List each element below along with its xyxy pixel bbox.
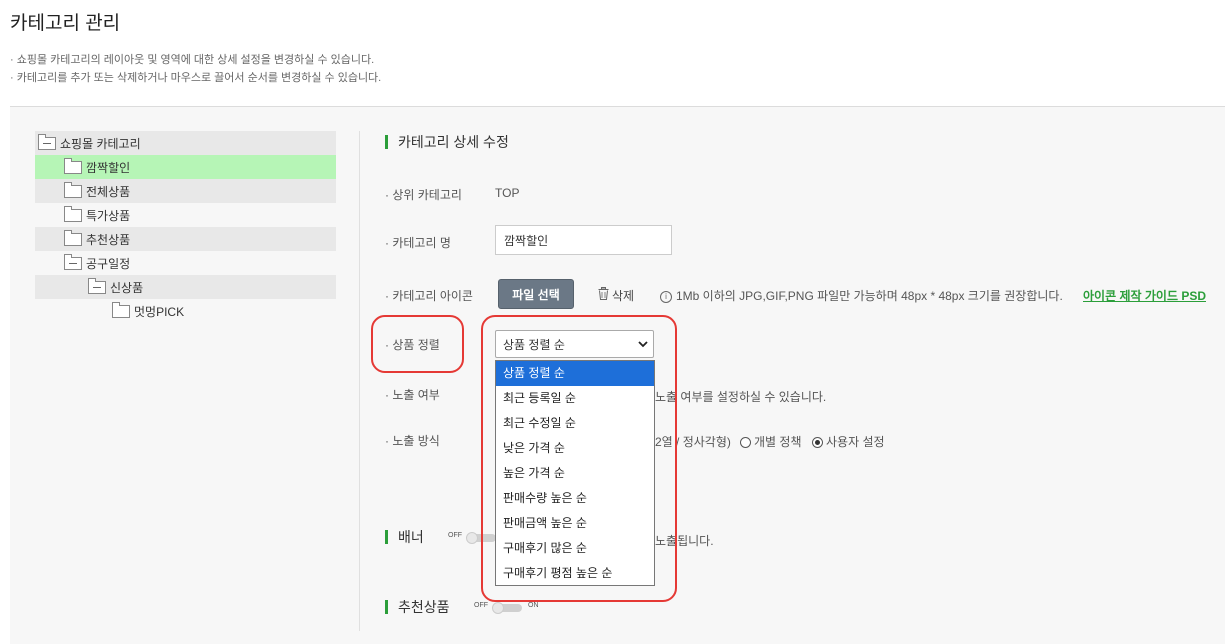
expose-hint: 노출 여부를 설정하실 수 있습니다. <box>655 390 827 404</box>
recommend-toggle-knob[interactable] <box>492 602 504 614</box>
radio-user[interactable] <box>812 437 823 448</box>
tree-item-flash-sale[interactable]: 깜짝할인 <box>35 155 336 179</box>
folder-icon <box>64 181 82 198</box>
tree-item-recommended[interactable]: 추천상품 <box>35 227 336 251</box>
tree-item-pick[interactable]: 멋멍PICK <box>35 299 336 323</box>
tree-item-label: 특가상품 <box>86 208 131 223</box>
section-title-banner: 배너 <box>385 530 424 544</box>
radio-user-label: 사용자 설정 <box>826 435 885 449</box>
display-method-label: · 노출 방식 <box>385 434 440 448</box>
category-name-input[interactable] <box>495 225 672 255</box>
category-name-label: · 카테고리 명 <box>385 236 451 250</box>
folder-icon <box>112 301 130 318</box>
radio-individual[interactable] <box>740 437 751 448</box>
icon-info-text: i 1Mb 이하의 JPG,GIF,PNG 파일만 가능하며 48px * 48p… <box>660 287 1063 304</box>
folder-open-icon[interactable] <box>64 253 82 270</box>
category-icon-label: · 카테고리 아이콘 <box>385 289 473 303</box>
radio-user-option[interactable]: 사용자 설정 <box>812 433 885 450</box>
page-description: · 쇼핑몰 카테고리의 레이아웃 및 영역에 대한 상세 설정을 변경하실 수 … <box>10 51 381 87</box>
parent-category-label: · 상위 카테고리 <box>385 188 462 202</box>
section-title-recommend: 추천상품 <box>385 600 450 614</box>
folder-open-icon[interactable] <box>88 277 106 294</box>
trash-icon[interactable] <box>598 287 609 300</box>
radio-individual-option[interactable]: 개별 정책 <box>740 433 802 450</box>
highlight-circle-sort-dropdown <box>481 315 677 602</box>
panel-divider <box>359 131 360 631</box>
description-line-2: · 카테고리를 추가 또는 삭제하거나 마우스로 끌어서 순서를 변경하실 수 … <box>10 72 382 84</box>
banner-toggle-knob[interactable] <box>466 532 478 544</box>
icon-guide-link[interactable]: 아이콘 제작 가이드 PSD <box>1083 287 1206 304</box>
expose-label: · 노출 여부 <box>385 388 440 402</box>
tree-item-label: 멋멍PICK <box>134 304 185 319</box>
folder-icon <box>64 229 82 246</box>
tree-item-all-products[interactable]: 전체상품 <box>35 179 336 203</box>
file-select-button[interactable]: 파일 선택 <box>498 279 574 309</box>
description-line-1: · 쇼핑몰 카테고리의 레이아웃 및 영역에 대한 상세 설정을 변경하실 수 … <box>10 54 375 66</box>
tree-root[interactable]: 쇼핑몰 카테고리 <box>35 131 336 155</box>
tree-item-special-price[interactable]: 특가상품 <box>35 203 336 227</box>
tree-item-label: 추천상품 <box>86 232 131 247</box>
highlight-circle-sort-label <box>371 315 464 373</box>
icon-info-message: 1Mb 이하의 JPG,GIF,PNG 파일만 가능하며 48px * 48px… <box>676 289 1063 303</box>
recommend-toggle-on-label: ON <box>528 602 539 609</box>
tree-item-label: 전체상품 <box>86 184 131 199</box>
info-icon: i <box>660 291 672 303</box>
radio-individual-label: 개별 정책 <box>754 435 802 449</box>
tree-item-label: 공구일정 <box>86 256 131 271</box>
folder-open-icon[interactable] <box>38 133 56 150</box>
recommend-toggle-off-label: OFF <box>474 602 488 609</box>
tree-item-label: 쇼핑몰 카테고리 <box>60 136 141 151</box>
section-title-detail: 카테고리 상세 수정 <box>385 135 509 149</box>
category-tree: 쇼핑몰 카테고리 깜짝할인 전체상품 특가상품 추천상품 공구일정 신상품 멋멍… <box>35 131 336 323</box>
folder-icon <box>64 205 82 222</box>
banner-toggle-off-label: OFF <box>448 532 462 539</box>
parent-category-value: TOP <box>495 186 520 200</box>
page-title: 카테고리 관리 <box>10 13 121 34</box>
tree-item-label: 깜짝할인 <box>86 160 131 175</box>
tree-item-new-products[interactable]: 신상품 <box>35 275 336 299</box>
tree-item-group-buy[interactable]: 공구일정 <box>35 251 336 275</box>
delete-icon-button[interactable]: 삭제 <box>612 287 634 304</box>
tree-item-label: 신상품 <box>110 280 144 295</box>
folder-icon <box>64 157 82 174</box>
